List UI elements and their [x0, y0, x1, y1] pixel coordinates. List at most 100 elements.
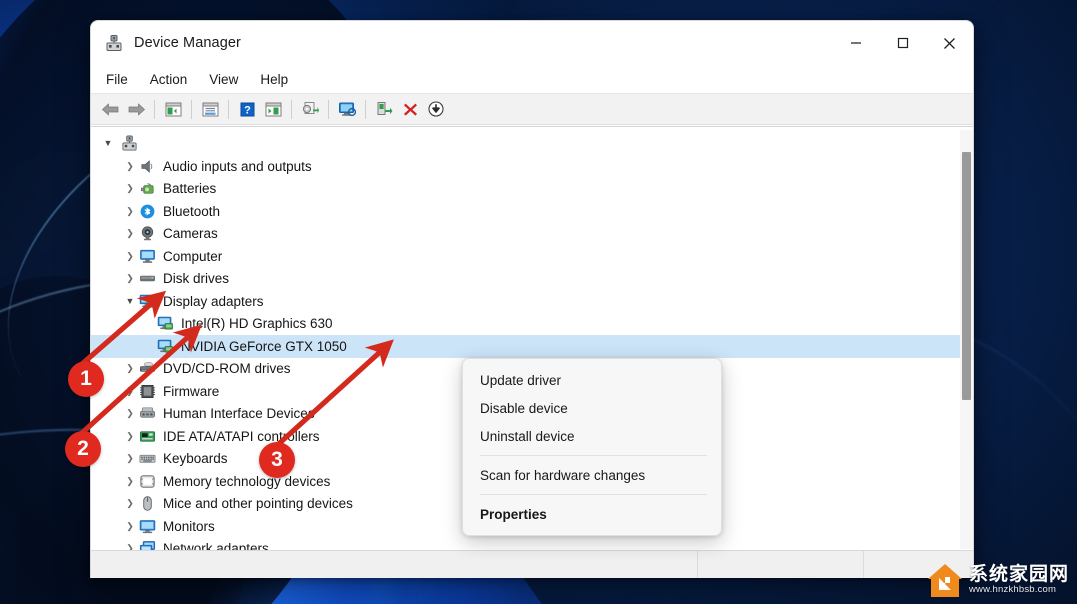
- update-driver-button[interactable]: [297, 97, 323, 121]
- red-x-icon: [403, 103, 417, 116]
- uninstall-device-button[interactable]: [397, 97, 423, 121]
- ide-controller-icon: [140, 431, 155, 442]
- minimize-button[interactable]: [832, 21, 879, 65]
- device-manager-icon: [106, 35, 122, 51]
- step-marker-2-label: 2: [77, 437, 89, 460]
- expand-chevron[interactable]: ❯: [121, 206, 139, 216]
- expand-chevron[interactable]: ❯: [121, 161, 139, 171]
- tree-row-nvidia-geforce-gtx-1050[interactable]: NVIDIA GeForce GTX 1050: [91, 335, 973, 358]
- tree-row-label: Disk drives: [163, 271, 230, 287]
- step-marker-3-label: 3: [271, 448, 283, 471]
- context-menu-separator: [480, 455, 707, 456]
- menu-action[interactable]: Action: [139, 69, 199, 90]
- expand-chevron[interactable]: ❯: [121, 364, 139, 373]
- enable-device-icon: [377, 102, 392, 115]
- expand-chevron[interactable]: ❯: [121, 454, 139, 463]
- expand-chevron[interactable]: ❯: [121, 499, 139, 508]
- tree-row-root[interactable]: ▼: [91, 131, 973, 155]
- menu-view[interactable]: View: [198, 69, 249, 90]
- tree-row-computer[interactable]: ❯ Computer: [91, 245, 973, 268]
- tree-row-audio-inputs-and-outputs[interactable]: ❯ Audio inputs and outputs: [91, 155, 973, 178]
- forward-arrow-icon: [128, 102, 145, 116]
- properties-button[interactable]: [197, 97, 223, 121]
- expand-chevron[interactable]: ❯: [121, 431, 139, 441]
- down-arrow-circle-icon: [428, 101, 444, 117]
- expand-chevron[interactable]: ❯: [121, 274, 139, 283]
- expand-chevron-root[interactable]: ▼: [99, 138, 117, 148]
- dvd-drive-icon: [140, 362, 155, 372]
- tree-row-network-adapters[interactable]: ❯ Network adapters: [91, 538, 973, 551]
- expand-chevron-display-adapters[interactable]: ▼: [121, 296, 139, 306]
- expand-chevron[interactable]: ❯: [121, 184, 139, 193]
- tree-row-label: IDE ATA/ATAPI controllers: [163, 428, 320, 444]
- tree-row-disk-drives[interactable]: ❯ Disk drives: [91, 268, 973, 291]
- tree-row-label: Human Interface Devices: [163, 406, 315, 422]
- camera-icon: [141, 226, 154, 241]
- svg-text:?: ?: [244, 104, 251, 116]
- help-button[interactable]: ?: [234, 97, 260, 121]
- tree-row-label: Keyboards: [163, 451, 228, 467]
- toolbar-separator: [191, 99, 192, 119]
- close-button[interactable]: [926, 21, 973, 65]
- expand-chevron[interactable]: ❯: [121, 386, 139, 396]
- caption-buttons: [832, 21, 973, 65]
- ctx-update-driver[interactable]: Update driver: [463, 366, 721, 394]
- tree-row-intel-hd-graphics-630[interactable]: Intel(R) HD Graphics 630: [91, 313, 973, 336]
- maximize-button[interactable]: [879, 21, 926, 65]
- watermark-logo-icon: [927, 564, 962, 597]
- disable-device-button[interactable]: [423, 97, 449, 121]
- device-context-menu[interactable]: Update driver Disable device Uninstall d…: [462, 358, 722, 536]
- help-question-icon: ?: [240, 102, 254, 116]
- mouse-icon: [143, 496, 152, 512]
- menu-help[interactable]: Help: [249, 69, 299, 90]
- tree-row-label: Firmware: [163, 383, 220, 399]
- tree-row-display-adapters[interactable]: ▼ Display adapters: [91, 290, 973, 313]
- tree-scrollbar[interactable]: [960, 130, 973, 549]
- computer-icon: [140, 249, 155, 263]
- ctx-uninstall-device[interactable]: Uninstall device: [463, 422, 721, 450]
- ctx-disable-device[interactable]: Disable device: [463, 394, 721, 422]
- tree-row-label: Computer: [163, 248, 223, 264]
- disk-drive-icon: [140, 276, 155, 282]
- show-hide-action-pane-button[interactable]: [260, 97, 286, 121]
- update-driver-icon: [302, 102, 319, 114]
- watermark-url: www.hnzkhbsb.com: [968, 583, 1057, 595]
- expand-chevron[interactable]: ❯: [121, 251, 139, 261]
- back-button[interactable]: [97, 97, 123, 121]
- minimize-icon: [850, 42, 861, 44]
- forward-button[interactable]: [123, 97, 149, 121]
- tree-row-label: Monitors: [163, 518, 215, 534]
- expand-chevron[interactable]: ❯: [121, 229, 139, 238]
- step-marker-1: 1: [68, 361, 104, 397]
- show-hide-console-tree-button[interactable]: [160, 97, 186, 121]
- toolbar-separator: [154, 99, 155, 119]
- tree-row-bluetooth[interactable]: ❯ Bluetooth: [91, 200, 973, 223]
- ctx-properties[interactable]: Properties: [463, 500, 721, 528]
- firmware-icon: [140, 384, 155, 398]
- watermark-title: 系统家园网: [968, 564, 1069, 586]
- expand-chevron[interactable]: ❯: [121, 476, 139, 486]
- audio-icon: [141, 159, 153, 173]
- tree-row-label: Display adapters: [163, 293, 264, 309]
- tree-row-label: Bluetooth: [163, 203, 221, 219]
- expand-chevron[interactable]: ❯: [121, 409, 139, 418]
- ctx-scan-hardware[interactable]: Scan for hardware changes: [463, 461, 721, 489]
- hid-icon: [140, 407, 155, 418]
- tree-row-batteries[interactable]: ❯ Batteries: [91, 178, 973, 201]
- tree-scrollbar-thumb[interactable]: [962, 152, 971, 400]
- watermark-text: 系统家园网 www.hnzkhbsb.com: [969, 565, 1069, 595]
- menu-bar: File Action View Help: [91, 65, 973, 94]
- tree-row-label: Batteries: [163, 181, 217, 197]
- battery-icon: [140, 183, 154, 194]
- display-adapter-icon: [157, 316, 173, 330]
- tree-row-label: DVD/CD-ROM drives: [163, 361, 291, 377]
- scan-hardware-changes-button[interactable]: [334, 97, 360, 121]
- memory-icon: [140, 475, 155, 488]
- enable-device-button[interactable]: [371, 97, 397, 121]
- tree-row-cameras[interactable]: ❯ Cameras: [91, 223, 973, 246]
- menu-file[interactable]: File: [95, 69, 139, 90]
- step-marker-1-label: 1: [80, 367, 92, 390]
- bluetooth-icon: [140, 204, 155, 219]
- expand-chevron[interactable]: ❯: [121, 521, 139, 531]
- desktop: Device Manager File Action View Help ? ▼…: [0, 0, 1077, 604]
